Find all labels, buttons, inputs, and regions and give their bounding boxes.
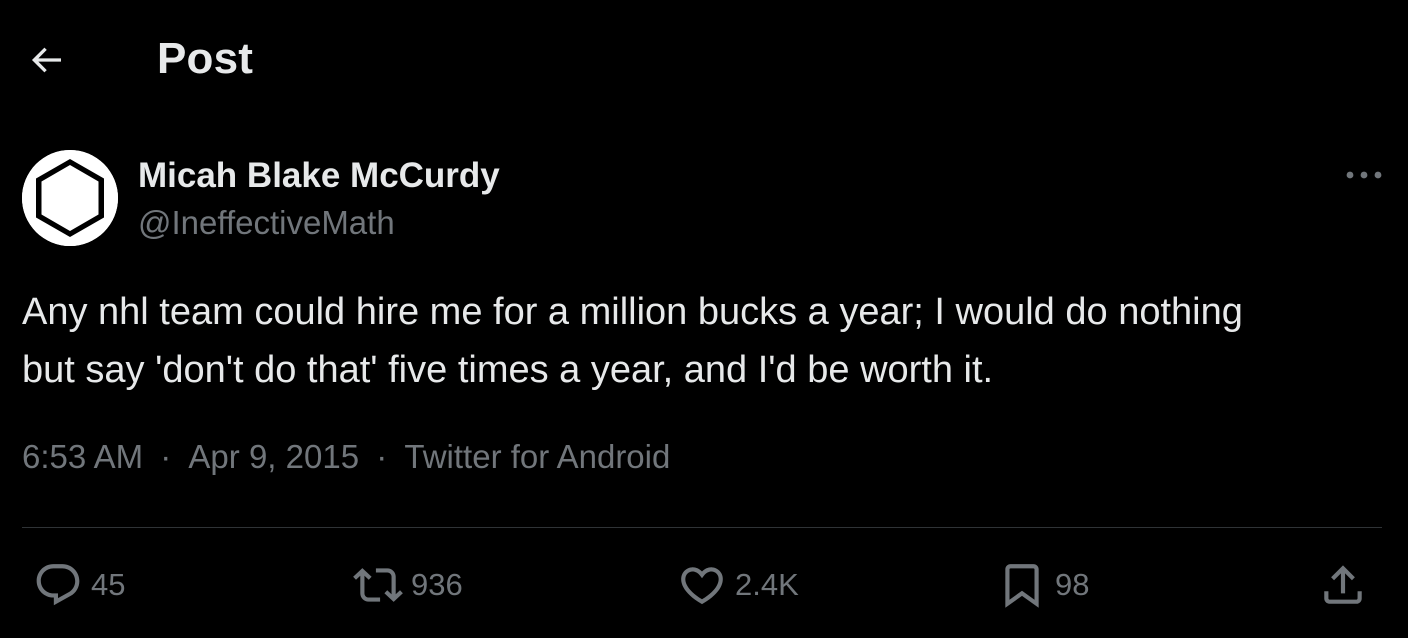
reply-count: 45 bbox=[91, 567, 126, 602]
divider bbox=[22, 527, 1382, 528]
tweet-meta: 6:53 AM · Apr 9, 2015 · Twitter for Andr… bbox=[22, 438, 670, 476]
like-button[interactable]: 2.4K bbox=[677, 555, 799, 615]
tweet-text: Any nhl team could hire me for a million… bbox=[22, 291, 1243, 391]
repost-button[interactable]: 936 bbox=[353, 555, 463, 615]
author-handle[interactable]: @IneffectiveMath bbox=[138, 204, 395, 242]
more-horizontal-icon bbox=[1346, 171, 1382, 179]
author-row: Micah Blake McCurdy @IneffectiveMath bbox=[22, 150, 1386, 250]
tweet-source[interactable]: Twitter for Android bbox=[404, 438, 670, 476]
back-button[interactable] bbox=[22, 38, 70, 82]
header: Post bbox=[0, 0, 1408, 120]
heart-icon bbox=[681, 567, 723, 605]
meta-separator: · bbox=[376, 438, 388, 475]
more-options-button[interactable] bbox=[1342, 158, 1386, 192]
hexagon-avatar-icon bbox=[22, 150, 118, 246]
arrow-left-icon bbox=[31, 47, 61, 73]
repost-count: 936 bbox=[411, 567, 463, 602]
tweet-time[interactable]: 6:53 AM bbox=[22, 438, 143, 476]
like-count: 2.4K bbox=[735, 567, 799, 602]
tweet-date[interactable]: Apr 9, 2015 bbox=[188, 438, 359, 476]
share-icon bbox=[1324, 565, 1362, 604]
page-title: Post bbox=[157, 34, 254, 83]
share-button[interactable] bbox=[1318, 555, 1368, 615]
bookmark-icon bbox=[1005, 564, 1039, 608]
bookmark-count: 98 bbox=[1055, 567, 1090, 602]
repost-icon bbox=[353, 568, 403, 602]
reply-icon bbox=[36, 564, 80, 606]
reply-button[interactable]: 45 bbox=[33, 555, 125, 615]
meta-separator: · bbox=[160, 438, 172, 475]
bookmark-button[interactable]: 98 bbox=[997, 555, 1089, 615]
avatar[interactable] bbox=[22, 150, 118, 246]
action-bar: 45 936 2.4K 98 bbox=[0, 555, 1408, 615]
author-display-name[interactable]: Micah Blake McCurdy bbox=[138, 156, 500, 196]
